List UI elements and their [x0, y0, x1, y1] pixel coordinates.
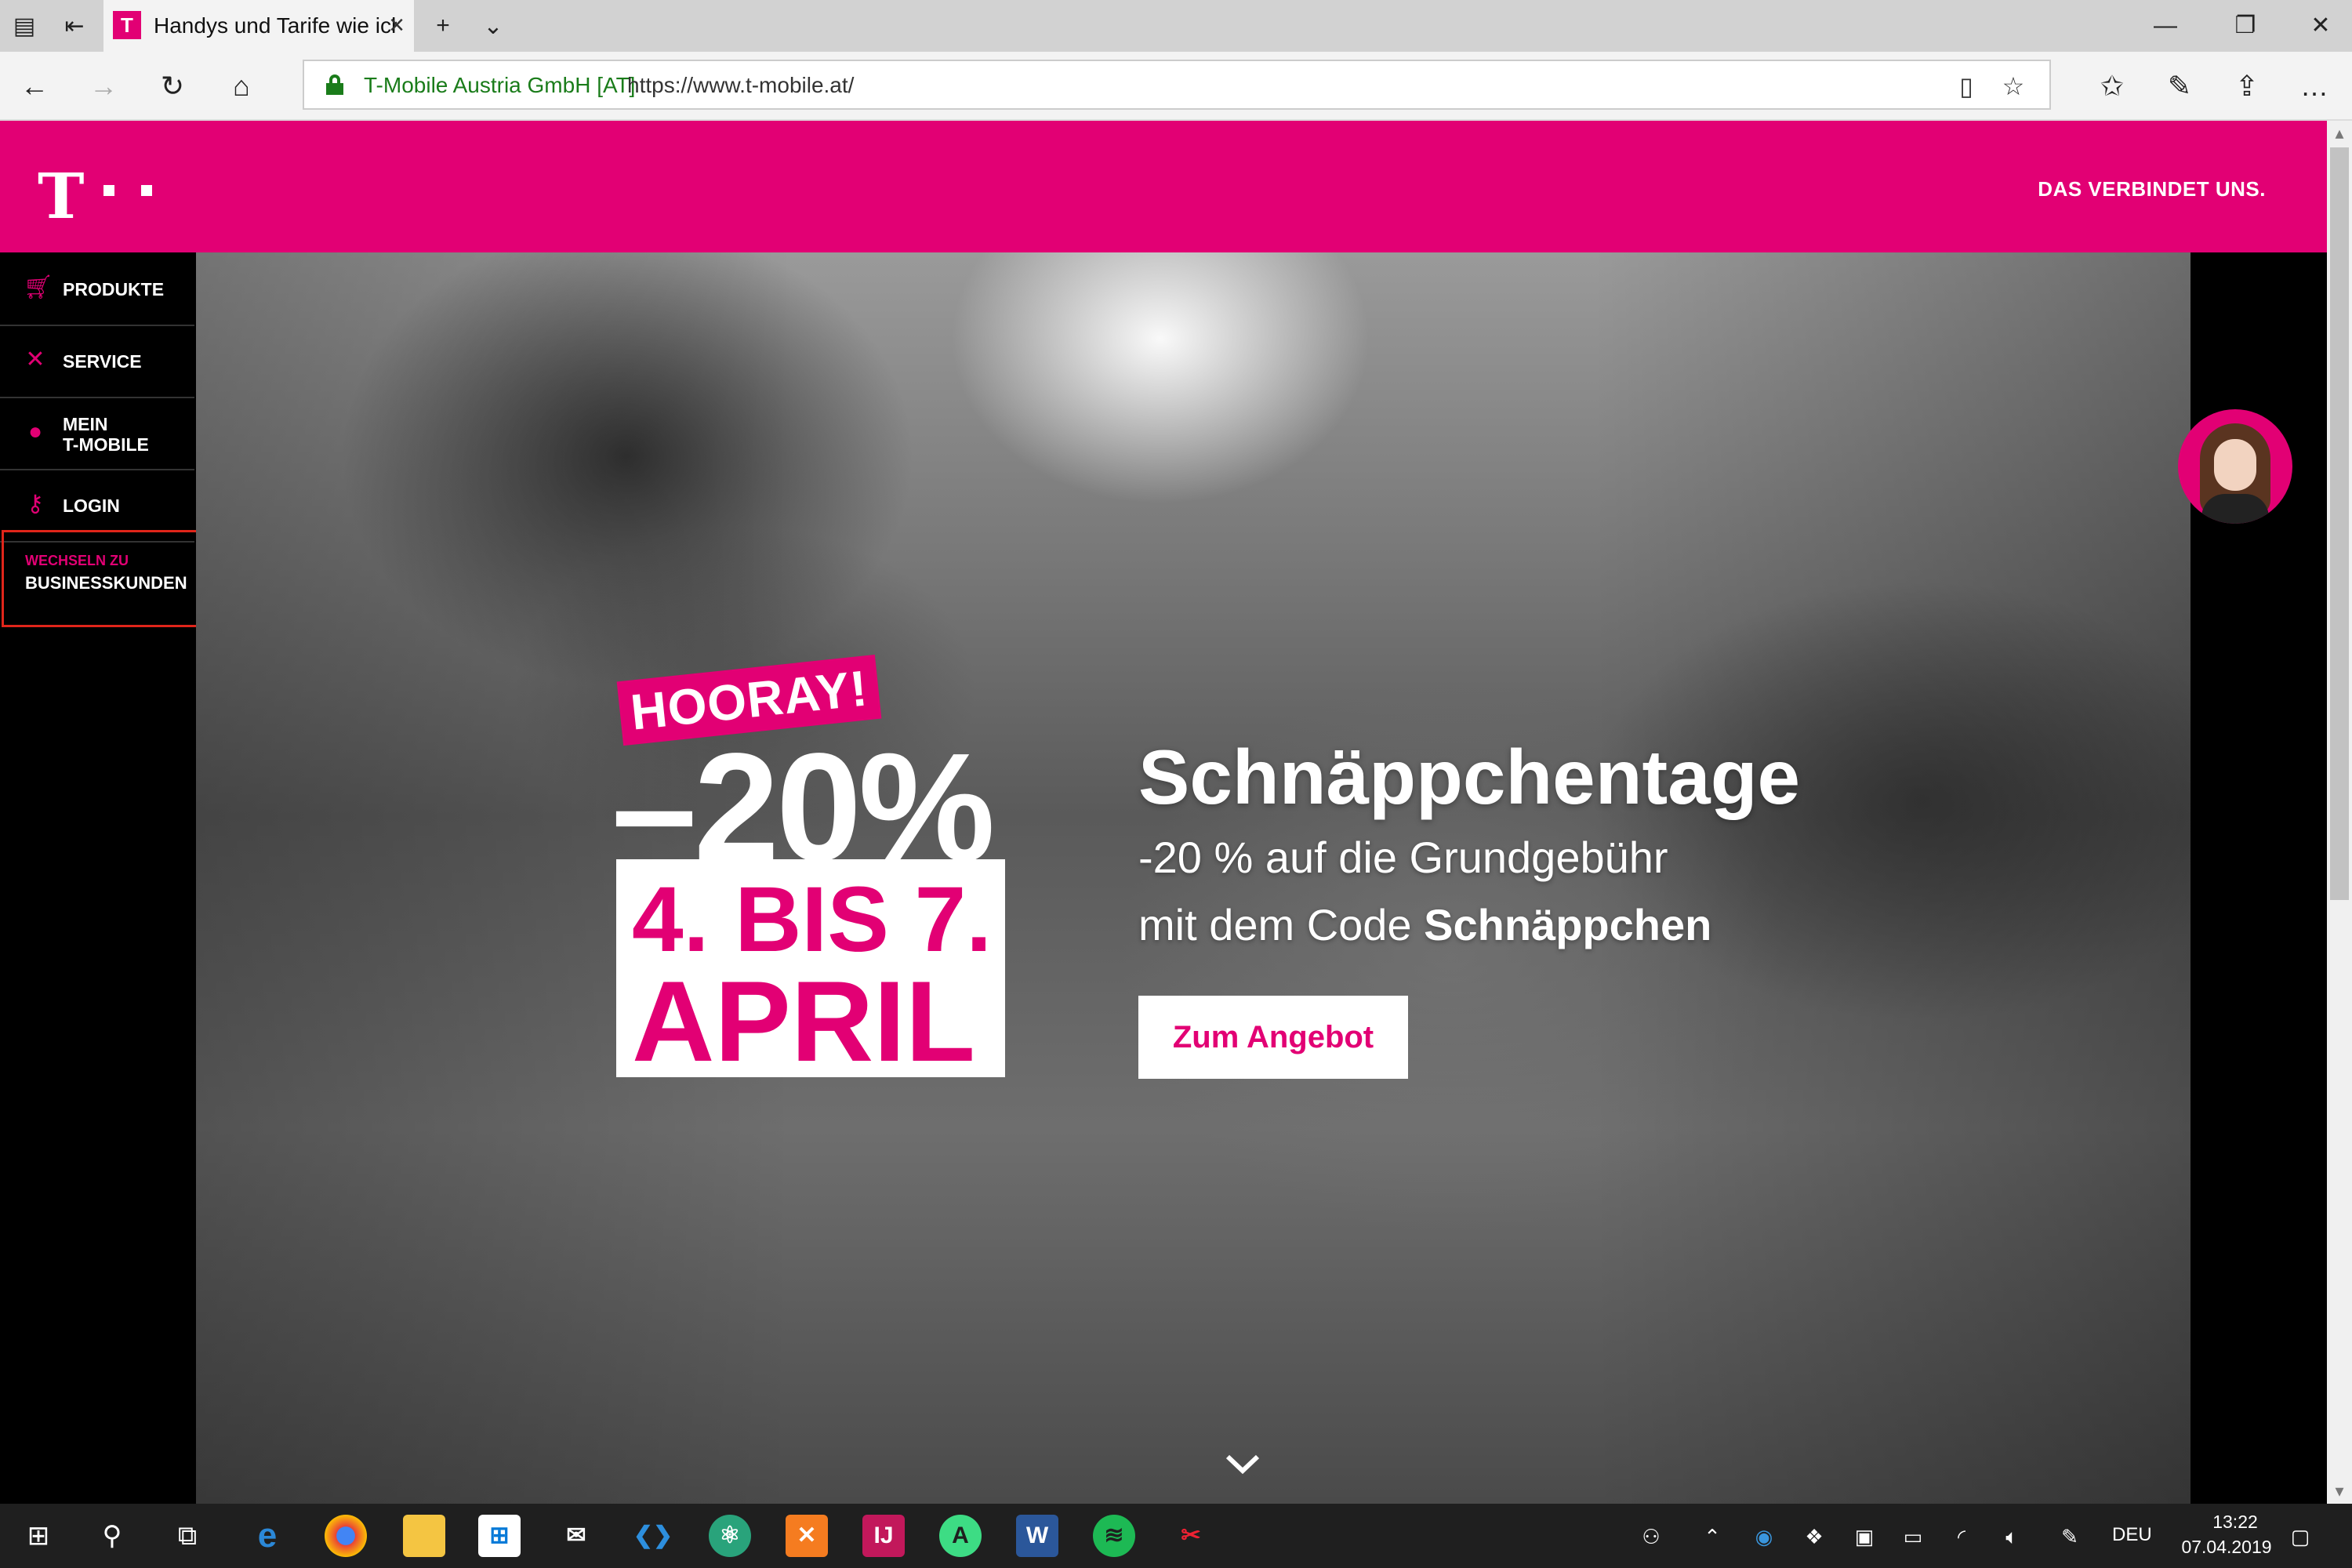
browser-tab-bar: ▤ ⇤ T Handys und Tarife wie ich × + ⌄ — … [0, 0, 2352, 52]
sidebar-item-label: MEIN T-MOBILE [63, 414, 149, 455]
atom-app-icon[interactable]: ⚛ [709, 1515, 751, 1557]
tools-icon: ✕ [25, 347, 45, 372]
sidebar-item-mein-tmobile[interactable]: ● MEIN T-MOBILE [0, 397, 194, 470]
favorites-hub-icon[interactable]: ✩ [2090, 64, 2134, 108]
date-line2: APRIL [632, 957, 975, 1085]
url-field[interactable]: T-Mobile Austria GmbH [AT] https://www.t… [303, 60, 2051, 110]
close-window-icon[interactable]: ✕ [2299, 6, 2343, 45]
intellij-app-icon[interactable]: IJ [862, 1515, 905, 1557]
key-icon: ⚷ [27, 491, 44, 517]
android-studio-icon[interactable]: A [939, 1515, 982, 1557]
business-small-label: WECHSELN ZU [25, 553, 129, 568]
scrollbar-thumb[interactable] [2330, 147, 2349, 900]
action-center-icon[interactable]: ▢ [2285, 1521, 2316, 1552]
volume-muted-icon[interactable]: 🔈︎ [1996, 1521, 2027, 1552]
share-icon[interactable]: ⇪ [2225, 64, 2269, 108]
chrome-app-icon[interactable] [325, 1515, 367, 1557]
promo-code: Schnäppchen [1424, 900, 1712, 949]
site-header: T DAS VERBINDET UNS. [0, 121, 2327, 252]
pen-workspace-icon[interactable]: ✎ [2054, 1521, 2085, 1552]
business-big-label: BUSINESSKUNDEN [25, 573, 187, 593]
clock-date[interactable]: 07.04.2019 [2172, 1537, 2281, 1558]
wifi-icon[interactable]: ◜ [1946, 1521, 1977, 1552]
avatar-face [2214, 439, 2256, 491]
input-language[interactable]: DEU [2112, 1524, 2152, 1546]
forward-icon[interactable]: → [82, 64, 125, 108]
header-slogan: DAS VERBINDET UNS. [2038, 177, 2266, 201]
sidebar-item-service[interactable]: ✕ SERVICE [0, 325, 194, 398]
tab-close-icon[interactable]: × [379, 8, 414, 42]
browser-tab-active[interactable]: T Handys und Tarife wie ich × [103, 0, 414, 52]
sidebar-item-produkte[interactable]: 🛒︎ PRODUKTE [0, 252, 194, 326]
scroll-up-icon[interactable]: ▴ [2327, 121, 2352, 146]
tab-list-chevron-icon[interactable]: ⌄ [474, 6, 513, 45]
scroll-down-chevron-icon[interactable] [1223, 1444, 1262, 1483]
show-hidden-icons-chevron[interactable]: ⌃ [1697, 1521, 1728, 1552]
task-view-icon[interactable]: ⧉ [168, 1516, 207, 1555]
display-icon[interactable]: ▣ [1849, 1521, 1880, 1552]
chat-assistant-avatar[interactable] [2178, 409, 2292, 524]
telekom-logo[interactable]: T [38, 165, 85, 227]
pen-icon[interactable]: ✎ [2158, 64, 2201, 108]
tab-title: Handys und Tarife wie ich [154, 13, 397, 38]
url-text[interactable]: https://www.t-mobile.at/ [627, 73, 854, 98]
logo-dot [103, 185, 114, 196]
date-box: 4. BIS 7. APRIL [616, 859, 1005, 1085]
sidebar-item-label-line1: MEIN [63, 414, 108, 434]
scroll-down-icon[interactable]: ▾ [2327, 1479, 2352, 1504]
sidebar-item-label: SERVICE [63, 351, 142, 372]
clock-time[interactable]: 13:22 [2192, 1512, 2278, 1533]
logo-dot [141, 185, 152, 196]
tmobile-favicon-icon: T [113, 11, 141, 39]
hero-headline: Schnäppchentage [1138, 734, 1801, 820]
windows-start-icon[interactable]: ⊞ [19, 1516, 58, 1555]
store-app-icon[interactable]: ⊞ [478, 1515, 521, 1557]
refresh-icon[interactable]: ↻ [151, 64, 194, 108]
xampp-app-icon[interactable]: ✕ [786, 1515, 828, 1557]
word-app-icon[interactable]: W [1016, 1515, 1058, 1557]
reading-view-icon[interactable]: ▯ [1951, 71, 1982, 102]
cart-icon: 🛒︎ [24, 274, 54, 300]
hero-banner: HOORAY! –20% 4. BIS 7. APRIL Schnäppchen… [196, 252, 2190, 1504]
sidebar-item-label: PRODUKTE [63, 279, 165, 299]
sidebar-nav: 🛒︎ PRODUKTE ✕ SERVICE ● MEIN T-MOBILE ⚷ … [0, 252, 194, 1504]
edge-app-icon[interactable]: e [246, 1515, 289, 1557]
switch-to-business-link[interactable]: WECHSELN ZU BUSINESSKUNDEN [2, 530, 226, 627]
mail-app-icon[interactable]: ✉ [555, 1515, 597, 1557]
restore-icon[interactable]: ❐ [2223, 6, 2267, 45]
spotify-app-icon[interactable]: ≋ [1093, 1515, 1135, 1557]
avatar-body [2201, 494, 2269, 524]
page-scrollbar[interactable]: ▴ ▾ [2327, 121, 2352, 1504]
sidebar-item-label-line2: T-MOBILE [63, 434, 149, 455]
snipping-tool-icon[interactable]: ✂ [1170, 1515, 1212, 1557]
search-icon[interactable]: ⚲ [93, 1516, 132, 1555]
set-aside-icon[interactable]: ⇤ [55, 6, 94, 45]
user-icon: ● [27, 419, 43, 445]
subline-prefix: mit dem Code [1138, 900, 1425, 949]
hero-subline-2: mit dem Code Schnäppchen [1138, 900, 1711, 950]
lock-icon [326, 74, 343, 95]
file-explorer-icon[interactable] [403, 1515, 445, 1557]
date-line1: 4. BIS 7. [632, 868, 993, 971]
hero-subline-1: -20 % auf die Grundgebühr [1138, 833, 1668, 882]
more-icon[interactable]: … [2292, 64, 2336, 108]
battery-icon[interactable]: ▭ [1897, 1521, 1929, 1552]
zum-angebot-button[interactable]: Zum Angebot [1138, 996, 1408, 1079]
favorite-star-icon[interactable]: ☆ [1998, 71, 2029, 102]
browser-address-bar: ← → ↻ ⌂ T-Mobile Austria GmbH [AT] https… [0, 52, 2352, 121]
vscode-app-icon[interactable]: ❮❯ [632, 1515, 674, 1557]
windows-taskbar: ⊞ ⚲ ⧉ e ⊞ ✉ ❮❯ ⚛ ✕ IJ A W ≋ ✂ ⚇ ⌃ ◉ ❖ ▣ … [0, 1504, 2352, 1568]
back-icon[interactable]: ← [13, 64, 56, 108]
people-icon[interactable]: ⚇ [1635, 1521, 1667, 1552]
home-icon[interactable]: ⌂ [220, 64, 263, 108]
url-company-name: T-Mobile Austria GmbH [AT] [364, 73, 636, 97]
tab-manager-icon[interactable]: ▤ [5, 6, 44, 45]
web-page: T DAS VERBINDET UNS. 🛒︎ PRODUKTE ✕ SERVI… [0, 121, 2327, 1504]
minimize-icon[interactable]: — [2143, 6, 2187, 45]
logo-letter[interactable]: T [38, 159, 85, 233]
sidebar-item-label: LOGIN [63, 495, 120, 516]
dropbox-icon[interactable]: ❖ [1798, 1521, 1830, 1552]
new-tab-icon[interactable]: + [423, 6, 463, 45]
tray-app-icon[interactable]: ◉ [1748, 1521, 1780, 1552]
